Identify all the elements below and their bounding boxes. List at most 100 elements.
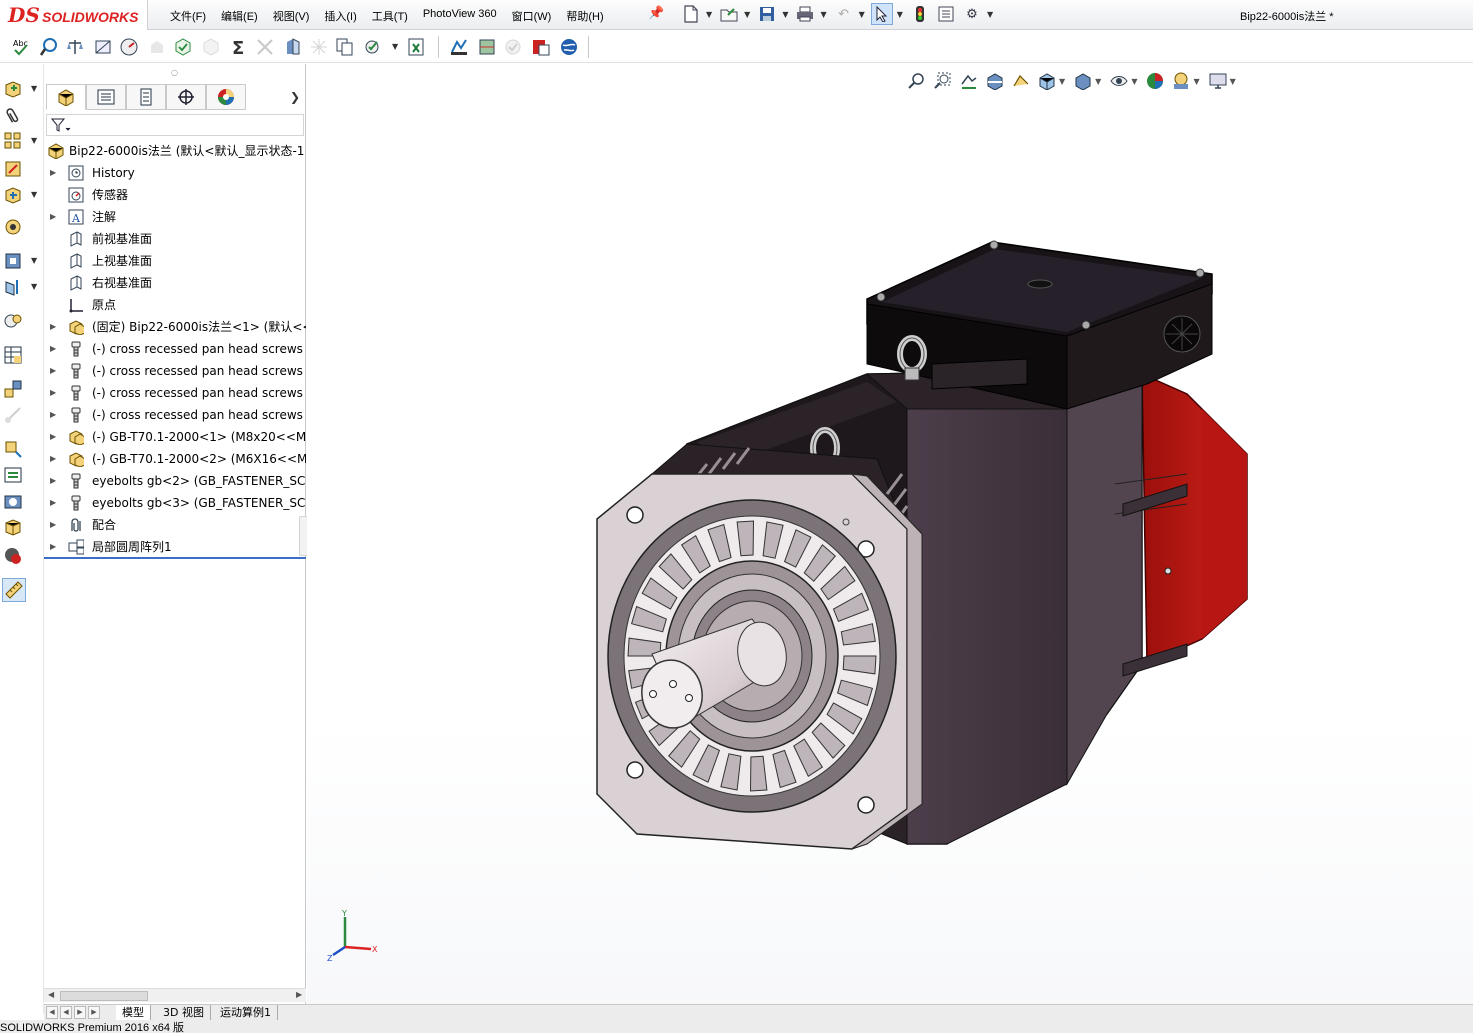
graphics-viewport[interactable]: ▼ ▼ ▼ ▼ ▼ Y X Z xyxy=(307,64,1473,1004)
tree-item[interactable]: ▶ (-) cross recessed pan head screws gb xyxy=(44,360,306,382)
tree-item[interactable]: ▶ eyebolts gb<3> (GB_FASTENER_SCR xyxy=(44,492,306,514)
expand-chevron-icon[interactable]: ▶ xyxy=(50,360,56,382)
last-tab-nav-icon[interactable]: ▶ xyxy=(88,1006,100,1019)
expand-chevron-icon[interactable]: ▶ xyxy=(50,514,56,536)
equations-sigma-icon[interactable]: Σ xyxy=(228,36,250,58)
expand-chevron-icon[interactable]: ▶ xyxy=(50,448,56,470)
large-assembly-mode-icon[interactable] xyxy=(2,516,24,538)
expand-chevron-icon[interactable]: ▶ xyxy=(50,404,56,426)
tree-item[interactable]: 前视基准面 xyxy=(44,228,306,250)
undo-dropdown-icon[interactable]: ▼ xyxy=(859,10,865,19)
solidworks-logo[interactable]: DS SOLIDWORKS xyxy=(0,0,148,30)
print-dropdown-icon[interactable]: ▼ xyxy=(820,10,826,19)
rebuild-icon[interactable] xyxy=(909,3,931,25)
expand-chevron-icon[interactable]: ▶ xyxy=(50,162,56,184)
tree-item[interactable]: ▶ (-) cross recessed pan head screws gb xyxy=(44,404,306,426)
tab-dimxpert-manager[interactable] xyxy=(166,84,206,110)
tab-3d-view[interactable]: 3D 视图 xyxy=(157,1005,211,1021)
insert-components-icon[interactable] xyxy=(2,78,24,100)
open-document-icon[interactable] xyxy=(718,3,740,25)
tab-configuration-manager[interactable] xyxy=(126,84,166,110)
scroll-left-arrow-icon[interactable]: ◀ xyxy=(48,990,54,999)
tab-motion-study[interactable]: 运动算例1 xyxy=(214,1005,278,1021)
select-dropdown-icon[interactable]: ▼ xyxy=(897,10,903,19)
spell-check-icon[interactable]: Abc xyxy=(10,36,32,58)
tree-item[interactable]: ▶ (-) GB-T70.1-2000<1> (M8x20<<M8 xyxy=(44,426,306,448)
smart-fasteners-icon[interactable] xyxy=(2,158,24,180)
tree-item[interactable]: ▶ (-) GB-T70.1-2000<2> (M6X16<<M6 xyxy=(44,448,306,470)
expand-chevron-icon[interactable]: ▶ xyxy=(50,492,56,514)
expand-chevron-icon[interactable]: ▶ xyxy=(50,426,56,448)
first-tab-nav-icon[interactable]: ◀ xyxy=(46,1006,58,1019)
undercut-analysis-icon[interactable] xyxy=(308,36,330,58)
assembly-xpert-icon[interactable] xyxy=(2,544,24,566)
assembly-features-dropdown[interactable]: ▼ xyxy=(31,256,37,265)
print-icon[interactable] xyxy=(794,3,816,25)
tree-root-assembly[interactable]: Bip22-6000is法兰 (默认<默认_显示状态-1 xyxy=(44,140,306,162)
reference-geometry-icon[interactable] xyxy=(2,276,24,298)
bill-of-materials-icon[interactable] xyxy=(2,344,24,366)
new-dropdown-icon[interactable]: ▼ xyxy=(706,10,712,19)
mate-paperclip-icon[interactable] xyxy=(2,104,24,126)
exploded-view-icon[interactable] xyxy=(2,378,24,400)
tab-feature-manager[interactable] xyxy=(46,84,86,110)
update-speedpak-icon[interactable] xyxy=(2,464,24,486)
assembly-visualization-icon[interactable] xyxy=(146,36,168,58)
flexible-body-icon[interactable] xyxy=(448,36,470,58)
menu-insert[interactable]: 插入(I) xyxy=(324,8,356,24)
compare-documents-icon[interactable] xyxy=(334,36,356,58)
take-snapshot-icon[interactable] xyxy=(2,490,24,512)
save-icon[interactable] xyxy=(756,3,778,25)
menu-file[interactable]: 文件(F) xyxy=(170,8,206,24)
measure-icon[interactable] xyxy=(38,36,60,58)
scroll-thumb[interactable] xyxy=(60,991,148,1001)
sustainability-globe-icon[interactable] xyxy=(558,36,580,58)
tree-item[interactable]: ▶ 局部圆周阵列1 xyxy=(44,536,306,558)
draft-analysis-icon[interactable] xyxy=(282,36,304,58)
menu-help[interactable]: 帮助(H) xyxy=(566,8,603,24)
check-active-document-icon[interactable] xyxy=(362,36,384,58)
tree-item[interactable]: ▶ A 注解 xyxy=(44,206,306,228)
tree-horizontal-scrollbar[interactable]: ◀ ▶ xyxy=(44,988,306,1002)
linear-pattern-icon[interactable] xyxy=(2,130,24,152)
menu-photoview[interactable]: PhotoView 360 xyxy=(423,8,497,24)
expand-chevron-icon[interactable]: ▶ xyxy=(50,316,56,338)
scroll-right-arrow-icon[interactable]: ▶ xyxy=(296,990,302,999)
check-dropdown-icon[interactable]: ▼ xyxy=(392,42,398,51)
instant3d-icon[interactable] xyxy=(2,438,24,460)
menu-window[interactable]: 窗口(W) xyxy=(512,8,552,24)
tree-item[interactable]: ▶ History xyxy=(44,162,306,184)
reference-geometry-dropdown[interactable]: ▼ xyxy=(31,282,37,291)
expand-chevron-icon[interactable]: ▶ xyxy=(50,206,56,228)
save-dropdown-icon[interactable]: ▼ xyxy=(782,10,788,19)
open-dropdown-icon[interactable]: ▼ xyxy=(744,10,750,19)
tree-item[interactable]: 传感器 xyxy=(44,184,306,206)
file-properties-icon[interactable] xyxy=(935,3,957,25)
thickness-analysis-icon[interactable] xyxy=(476,36,498,58)
panel-collapse-handle[interactable]: ○ xyxy=(171,68,178,77)
more-tabs-chevron-icon[interactable]: ❯ xyxy=(290,90,300,104)
show-hidden-components-icon[interactable] xyxy=(2,216,24,238)
expand-chevron-icon[interactable]: ▶ xyxy=(50,382,56,404)
next-tab-nav-icon[interactable]: ▶ xyxy=(74,1006,86,1019)
tree-item[interactable]: 上视基准面 xyxy=(44,250,306,272)
undo-icon[interactable]: ↶ xyxy=(833,3,855,25)
sensor-toolbar-icon[interactable] xyxy=(118,36,140,58)
explode-line-sketch-icon[interactable] xyxy=(2,404,24,426)
move-dropdown[interactable]: ▼ xyxy=(31,190,37,199)
menu-tools[interactable]: 工具(T) xyxy=(372,8,408,24)
section-properties-icon[interactable] xyxy=(92,36,114,58)
tree-item[interactable]: ▶ eyebolts gb<2> (GB_FASTENER_SCR xyxy=(44,470,306,492)
design-checker-icon[interactable] xyxy=(502,36,524,58)
hole-alignment-icon[interactable] xyxy=(254,36,276,58)
menu-edit[interactable]: 编辑(E) xyxy=(221,8,258,24)
pin-menu-icon[interactable]: 📌 xyxy=(648,6,664,21)
mass-properties-icon[interactable] xyxy=(64,36,86,58)
options-gear-icon[interactable]: ⚙ xyxy=(961,3,983,25)
expand-chevron-icon[interactable]: ▶ xyxy=(50,470,56,492)
expand-chevron-icon[interactable]: ▶ xyxy=(50,338,56,360)
clearance-verification-icon[interactable] xyxy=(200,36,222,58)
tree-item[interactable]: ▶ (-) cross recessed pan head screws gb xyxy=(44,338,306,360)
tree-item[interactable]: ▶ (-) cross recessed pan head screws gb xyxy=(44,382,306,404)
assembly-features-icon[interactable] xyxy=(2,250,24,272)
